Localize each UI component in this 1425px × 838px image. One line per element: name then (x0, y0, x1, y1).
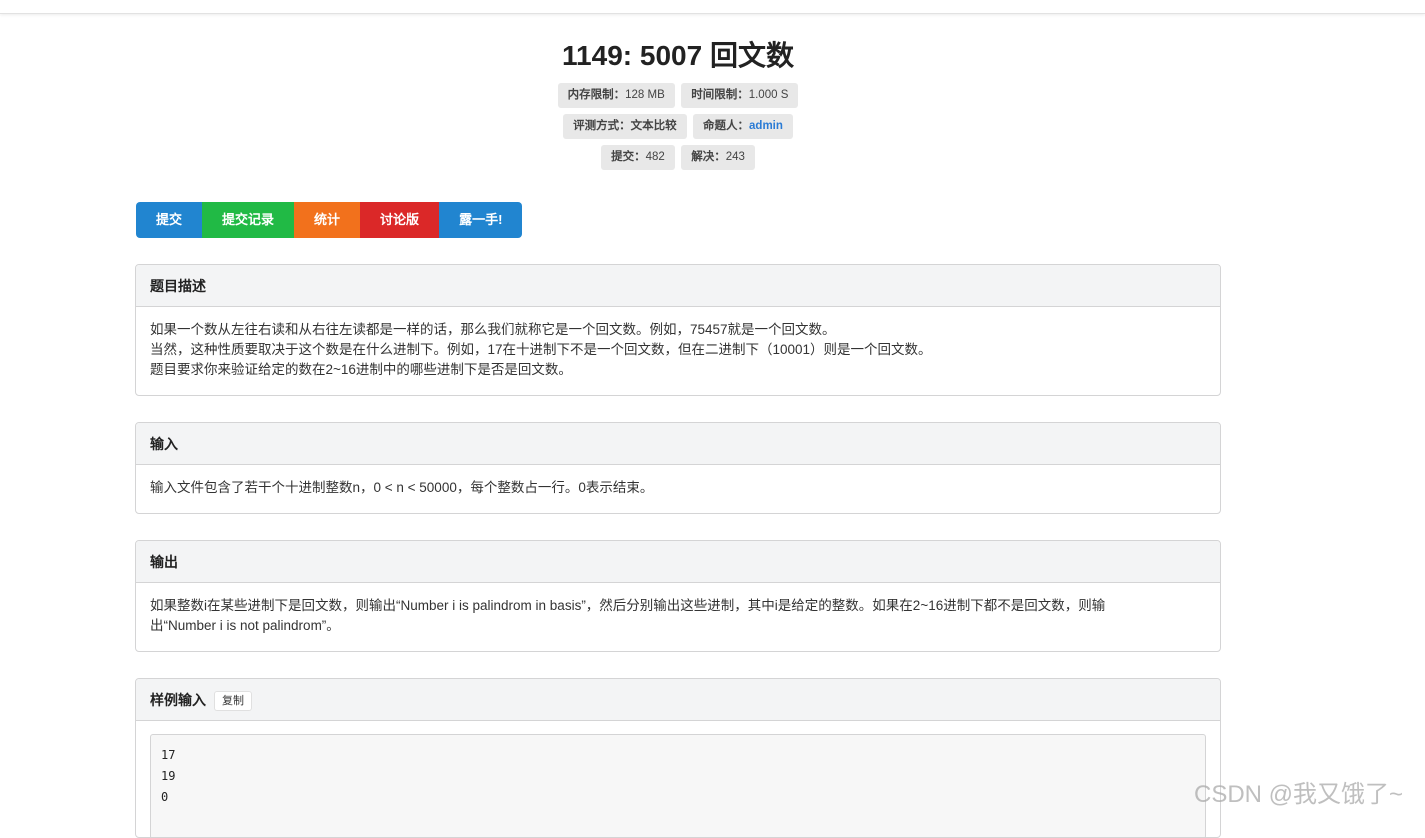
input-heading: 输入 (136, 423, 1220, 465)
submission-records-button[interactable]: 提交记录 (202, 202, 295, 238)
memory-limit-value: 128 MB (625, 89, 665, 101)
author-badge: 命题人：admin (693, 114, 793, 139)
description-body: 如果一个数从左往右读和从右往左读都是一样的话，那么我们就称它是一个回文数。例如，… (136, 307, 1220, 393)
sample-input-body: 17 19 0 (136, 721, 1220, 837)
code-line: 0 (161, 790, 169, 804)
sample-input-heading: 样例输入 (150, 692, 206, 708)
output-heading: 输出 (136, 541, 1220, 583)
output-panel: 输出 如果整数i在某些进制下是回文数，则输出“Number i is palin… (135, 540, 1221, 652)
statistics-button[interactable]: 统计 (294, 202, 361, 238)
copy-button[interactable]: 复制 (214, 691, 252, 712)
solved-count-value: 243 (725, 151, 745, 163)
code-line: 19 (161, 769, 176, 783)
stats-row: 提交：482 解决：243 (0, 143, 1356, 170)
problem-header: 1149: 5007 回文数 内存限制：128 MB 时间限制：1.000 S … (0, 36, 1356, 170)
top-bar (0, 0, 1425, 14)
submit-count-value: 482 (645, 151, 665, 163)
input-panel: 输入 输入文件包含了若干个十进制整数n，0 < n < 50000，每个整数占一… (135, 422, 1221, 514)
time-limit-value: 1.000 S (748, 89, 789, 101)
judge-mode-label: 评测方式： (573, 120, 631, 132)
solved-count-label: 解决： (691, 151, 726, 163)
judge-mode-value: 文本比较 (630, 120, 677, 132)
time-limit-badge: 时间限制：1.000 S (681, 83, 799, 108)
submit-count-badge: 提交：482 (601, 145, 675, 170)
output-line: 如果整数i在某些进制下是回文数，则输出“Number i is palindro… (150, 598, 1106, 613)
description-line: 如果一个数从左往右读和从右往左读都是一样的话，那么我们就称它是一个回文数。例如，… (150, 322, 836, 337)
page-title: 1149: 5007 回文数 (562, 40, 794, 71)
description-heading: 题目描述 (136, 265, 1220, 307)
input-text: 输入文件包含了若干个十进制整数n，0 < n < 50000，每个整数占一行。0… (150, 480, 654, 495)
judge-row: 评测方式：文本比较 命题人：admin (0, 112, 1356, 139)
action-button-group: 提交 提交记录 统计 讨论版 露一手! (136, 202, 523, 238)
submit-count-label: 提交： (611, 151, 646, 163)
sample-input-code: 17 19 0 (150, 734, 1206, 837)
solved-count-badge: 解决：243 (681, 145, 755, 170)
submit-button[interactable]: 提交 (136, 202, 203, 238)
description-line: 当然，这种性质要取决于这个数是在什么进制下。例如，17在十进制下不是一个回文数，… (150, 342, 932, 357)
sample-input-panel: 样例输入 复制 17 19 0 (135, 678, 1221, 838)
input-body: 输入文件包含了若干个十进制整数n，0 < n < 50000，每个整数占一行。0… (136, 465, 1220, 511)
show-off-button[interactable]: 露一手! (439, 202, 523, 238)
memory-limit-label: 内存限制： (567, 89, 626, 101)
output-line: 出“Number i is not palindrom”。 (150, 618, 340, 633)
description-line: 题目要求你来验证给定的数在2~16进制中的哪些进制下是否是回文数。 (150, 362, 572, 377)
author-link[interactable]: admin (749, 120, 783, 132)
judge-mode-badge: 评测方式：文本比较 (563, 114, 687, 139)
author-label: 命题人： (703, 120, 750, 132)
limits-row: 内存限制：128 MB 时间限制：1.000 S (0, 81, 1356, 108)
discussion-button[interactable]: 讨论版 (360, 202, 440, 238)
description-panel: 题目描述 如果一个数从左往右读和从右往左读都是一样的话，那么我们就称它是一个回文… (135, 264, 1221, 396)
memory-limit-badge: 内存限制：128 MB (557, 83, 675, 108)
sample-input-header: 样例输入 复制 (136, 679, 1220, 721)
output-body: 如果整数i在某些进制下是回文数，则输出“Number i is palindro… (136, 583, 1220, 649)
time-limit-label: 时间限制： (691, 89, 749, 101)
code-line: 17 (161, 748, 176, 762)
watermark: CSDN @我又饿了~ (1194, 781, 1404, 808)
